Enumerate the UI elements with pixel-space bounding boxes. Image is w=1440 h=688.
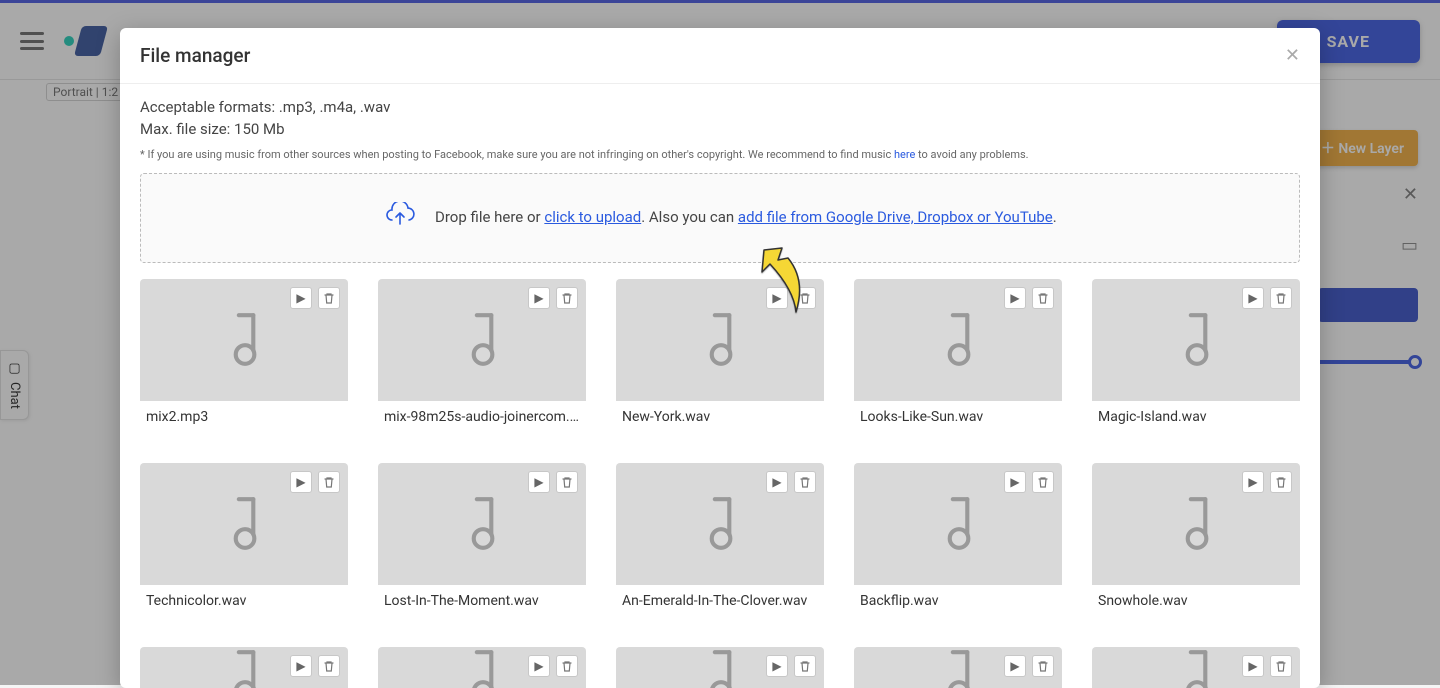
play-icon[interactable]: ▶: [1242, 471, 1264, 493]
play-icon[interactable]: ▶: [766, 655, 788, 677]
file-name: Snowhole.wav: [1092, 585, 1300, 617]
trash-icon[interactable]: [556, 471, 578, 493]
file-thumbnail: ▶: [378, 279, 586, 401]
play-icon[interactable]: ▶: [1242, 287, 1264, 309]
file-thumbnail: ▶: [378, 463, 586, 585]
file-card[interactable]: ▶ mix-98m25s-audio-joinercom.mp3: [378, 279, 586, 433]
file-card[interactable]: ▶ Technicolor.wav: [140, 463, 348, 617]
trash-icon[interactable]: [1270, 655, 1292, 677]
formats-label: Acceptable formats: .mp3, .m4a, .wav: [140, 98, 1300, 116]
file-card[interactable]: ▶ Lost-In-The-Moment.wav: [378, 463, 586, 617]
file-thumbnail: ▶: [1092, 647, 1300, 688]
file-card[interactable]: ▶ Looks-Like-Sun.wav: [854, 279, 1062, 433]
close-icon[interactable]: ✕: [1285, 45, 1300, 66]
file-card[interactable]: ▶: [1092, 647, 1300, 688]
file-card[interactable]: ▶ New-York.wav: [616, 279, 824, 433]
file-thumbnail: ▶: [616, 279, 824, 401]
play-icon[interactable]: ▶: [766, 287, 788, 309]
file-name: mix-98m25s-audio-joinercom.mp3: [378, 401, 586, 433]
click-to-upload-link[interactable]: click to upload: [544, 208, 641, 226]
file-thumbnail: ▶: [854, 463, 1062, 585]
trash-icon[interactable]: [794, 655, 816, 677]
file-card[interactable]: ▶ An-Emerald-In-The-Clover.wav: [616, 463, 824, 617]
play-icon[interactable]: ▶: [290, 655, 312, 677]
file-name: mix2.mp3: [140, 401, 348, 433]
file-thumbnail: ▶: [140, 463, 348, 585]
file-thumbnail: ▶: [854, 279, 1062, 401]
trash-icon[interactable]: [794, 287, 816, 309]
play-icon[interactable]: ▶: [528, 471, 550, 493]
dropzone[interactable]: Drop file here or click to upload. Also …: [140, 173, 1300, 263]
play-icon[interactable]: ▶: [766, 471, 788, 493]
maxsize-label: Max. file size: 150 Mb: [140, 120, 1300, 138]
file-name: New-York.wav: [616, 401, 824, 433]
file-name: Lost-In-The-Moment.wav: [378, 585, 586, 617]
file-thumbnail: ▶: [140, 647, 348, 688]
trash-icon[interactable]: [1270, 287, 1292, 309]
file-name: Looks-Like-Sun.wav: [854, 401, 1062, 433]
play-icon[interactable]: ▶: [290, 287, 312, 309]
trash-icon[interactable]: [1032, 471, 1054, 493]
file-thumbnail: ▶: [1092, 279, 1300, 401]
trash-icon[interactable]: [1032, 655, 1054, 677]
play-icon[interactable]: ▶: [1004, 655, 1026, 677]
file-name: Technicolor.wav: [140, 585, 348, 617]
file-thumbnail: ▶: [140, 279, 348, 401]
add-from-cloud-link[interactable]: add file from Google Drive, Dropbox or Y…: [738, 208, 1053, 226]
cloud-upload-icon: [383, 202, 417, 234]
play-icon[interactable]: ▶: [528, 655, 550, 677]
trash-icon[interactable]: [1032, 287, 1054, 309]
file-name: Magic-Island.wav: [1092, 401, 1300, 433]
file-card[interactable]: ▶ Backflip.wav: [854, 463, 1062, 617]
play-icon[interactable]: ▶: [528, 287, 550, 309]
disclaimer-text: * If you are using music from other sour…: [140, 148, 1300, 161]
trash-icon[interactable]: [1270, 471, 1292, 493]
trash-icon[interactable]: [318, 287, 340, 309]
file-card[interactable]: ▶: [854, 647, 1062, 688]
play-icon[interactable]: ▶: [1004, 287, 1026, 309]
file-card[interactable]: ▶ Snowhole.wav: [1092, 463, 1300, 617]
file-thumbnail: ▶: [616, 463, 824, 585]
trash-icon[interactable]: [318, 655, 340, 677]
file-manager-modal: File manager ✕ Acceptable formats: .mp3,…: [120, 28, 1320, 688]
file-thumbnail: ▶: [1092, 463, 1300, 585]
play-icon[interactable]: ▶: [290, 471, 312, 493]
file-card[interactable]: ▶ Magic-Island.wav: [1092, 279, 1300, 433]
file-card[interactable]: ▶: [140, 647, 348, 688]
file-name: An-Emerald-In-The-Clover.wav: [616, 585, 824, 617]
file-thumbnail: ▶: [616, 647, 824, 688]
trash-icon[interactable]: [556, 287, 578, 309]
trash-icon[interactable]: [794, 471, 816, 493]
trash-icon[interactable]: [556, 655, 578, 677]
file-name: Backflip.wav: [854, 585, 1062, 617]
modal-title: File manager: [140, 44, 250, 67]
file-card[interactable]: ▶ mix2.mp3: [140, 279, 348, 433]
file-card[interactable]: ▶: [616, 647, 824, 688]
trash-icon[interactable]: [318, 471, 340, 493]
file-thumbnail: ▶: [378, 647, 586, 688]
file-thumbnail: ▶: [854, 647, 1062, 688]
play-icon[interactable]: ▶: [1004, 471, 1026, 493]
disclaimer-link[interactable]: here: [894, 148, 915, 161]
play-icon[interactable]: ▶: [1242, 655, 1264, 677]
file-card[interactable]: ▶: [378, 647, 586, 688]
